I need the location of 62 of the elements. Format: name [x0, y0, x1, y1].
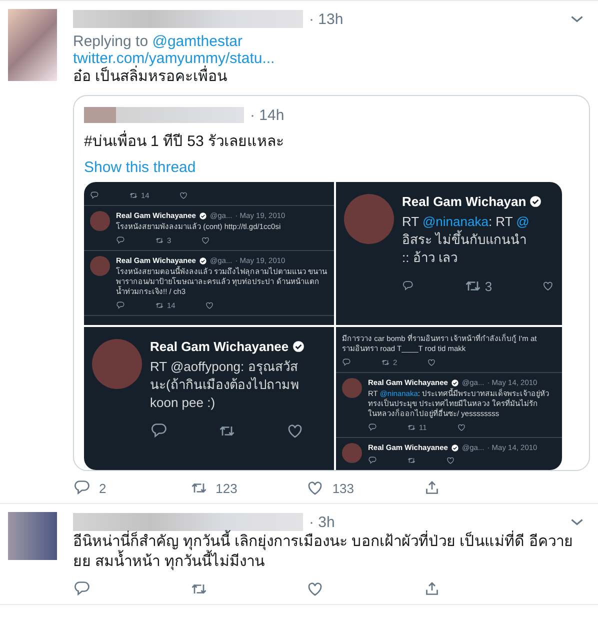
like-icon[interactable] — [179, 191, 188, 200]
quoted-tweet-card[interactable] — [73, 95, 590, 471]
retweet-count: 123 — [216, 480, 238, 496]
like-icon[interactable] — [427, 358, 436, 367]
embedded-tweet-text: อิสระ ไม่ขึ้นกับแกนนำ — [402, 231, 527, 249]
avatar-circle — [90, 256, 110, 276]
verified-badge-icon — [450, 378, 459, 386]
reply-count: 2 — [99, 480, 108, 496]
tweet-text: อีนิหน่านี่ก็สำคัญ ทุกวันนี้ เลิกยุ่งการเมืองนะ บอกเฝ้าผัวที่ป่วย เป็นแม่ที่ดี อีควายยย สมน้ำหน้า ทุกวันนี้ไม่มีงาน — [73, 532, 586, 572]
like-icon[interactable] — [286, 422, 304, 440]
embedded-tweet-text: :: อ้าว เลว — [402, 249, 458, 267]
tweet-screenshot-image[interactable] — [84, 182, 334, 325]
embedded-tweet-text: RT @aoffypong: อรุณสวัส — [150, 358, 298, 376]
show-thread-link[interactable]: Show this thread — [84, 159, 196, 176]
avatar-circle — [342, 378, 362, 398]
reply-icon[interactable] — [90, 191, 99, 200]
tweet-screenshot-image[interactable]: Real Gam Wichayanee RT @aoffypong: อรุณสวัส นะ(ถ้ากินเมืองต้องไปถามพ koon pee :) — [84, 327, 334, 470]
like-icon[interactable] — [306, 580, 324, 598]
avatar-circle — [90, 211, 110, 231]
retweet-icon[interactable] — [407, 423, 416, 432]
embedded-author-name: Real Gam Wichayanee — [150, 339, 289, 354]
reply-icon[interactable] — [368, 423, 377, 432]
verified-badge-icon — [450, 444, 459, 452]
embedded-tweet-text: RT @ninanaka: RT @ — [402, 213, 530, 230]
like-icon[interactable] — [456, 423, 466, 432]
retweet-icon[interactable] — [155, 236, 164, 245]
tweet-time[interactable]: · 3h — [309, 514, 335, 530]
like-icon[interactable] — [205, 301, 214, 310]
embedded-tweet-text: koon pee :) — [150, 394, 216, 412]
retweet-icon[interactable] — [407, 456, 416, 465]
retweet-count: 3 — [484, 278, 492, 294]
retweet-icon[interactable] — [381, 358, 390, 367]
reply-icon[interactable] — [73, 479, 91, 497]
reply-icon[interactable] — [116, 301, 125, 310]
verified-badge-icon — [198, 212, 207, 220]
like-icon[interactable] — [446, 456, 455, 465]
tweet-screenshot-image[interactable] — [336, 327, 562, 470]
reply-icon[interactable] — [342, 358, 351, 367]
retweet-icon[interactable] — [129, 191, 138, 200]
avatar-circle — [92, 339, 142, 389]
quoted-tweet-text: #บ่นเพื่อน 1 ทีปี 53 รัวเลยแหละ — [84, 129, 589, 153]
retweet-icon[interactable] — [155, 301, 164, 310]
replying-to-text: Replying to @gamthestar — [73, 33, 244, 50]
tweet-text: อ๋อ เป็นสลิ่มหรอคะเพื่อน — [73, 67, 586, 87]
reply-icon[interactable] — [368, 456, 377, 465]
tweet-screenshot-image[interactable]: Real Gam Wichayan RT @ninanaka: RT @ อิสระ ไม่ขึ้นกับแกนนำ :: อ้าว เลว 3 — [336, 182, 562, 325]
verified-badge-icon — [529, 195, 542, 208]
avatar-circle — [344, 194, 394, 244]
verified-badge-icon — [292, 340, 305, 353]
avatar-circle — [342, 443, 362, 463]
reply-icon[interactable] — [116, 236, 125, 245]
verified-badge-icon — [198, 256, 207, 264]
like-icon[interactable] — [201, 236, 210, 245]
like-icon[interactable] — [306, 479, 324, 497]
quoted-tweet-time: · 14h — [250, 106, 284, 124]
embedded-author-name: Real Gam Wichayan — [402, 194, 526, 209]
tweet-time[interactable]: · 13h — [309, 10, 344, 28]
reply-icon[interactable] — [73, 580, 91, 598]
embedded-tweet-text: นะ(ถ้ากินเมืองต้องไปถามพ — [150, 376, 300, 394]
tweet-link[interactable]: twitter.com/yamyummy/statu... — [73, 50, 586, 67]
like-count: 133 — [332, 480, 356, 496]
reply-icon[interactable] — [150, 422, 168, 440]
